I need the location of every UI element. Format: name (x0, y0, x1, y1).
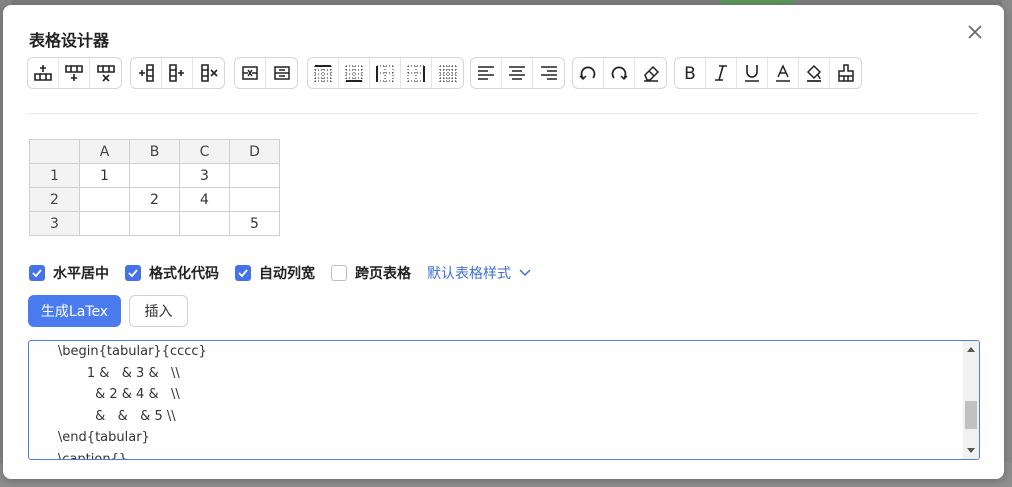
border-all-icon[interactable] (401, 58, 432, 88)
border-bottom-icon[interactable] (339, 58, 370, 88)
background-green-button (720, 0, 794, 4)
checkbox-longtable[interactable] (331, 265, 347, 281)
code-line: & 2 & 4 & \\ (29, 387, 180, 403)
insert-row-above-icon[interactable] (28, 58, 59, 88)
code-line: & & & 5 \\ (29, 408, 176, 424)
code-line: 1 & & 3 & \\ (29, 365, 180, 381)
table-designer-dialog: 表格设计器 B A B C D 1 1 3 2 2 4 3 5 水平居中 格式化… (3, 5, 1004, 479)
grid-cell[interactable] (129, 163, 180, 188)
options-row: 水平居中 格式化代码 自动列宽 跨页表格 默认表格样式 (29, 262, 531, 284)
option-longtable-label: 跨页表格 (355, 266, 411, 282)
toolbar-group-columns (130, 57, 225, 89)
toolbar-group-borders (307, 57, 464, 89)
scrollbar-thumb[interactable] (965, 401, 977, 429)
grid-header-row: ABCD (29, 139, 280, 164)
insert-row-below-icon[interactable] (59, 58, 90, 88)
chevron-down-icon (519, 269, 531, 277)
row-header[interactable]: 1 (29, 163, 80, 188)
grid-cell[interactable]: 5 (229, 211, 280, 236)
column-header[interactable]: C (179, 139, 230, 164)
toolbar-group-rows (27, 57, 122, 89)
border-top-icon[interactable] (308, 58, 339, 88)
option-format-code-label: 格式化代码 (149, 266, 219, 282)
border-none-icon[interactable] (432, 58, 463, 88)
column-header[interactable]: D (229, 139, 280, 164)
checkbox-center[interactable] (29, 265, 45, 281)
latex-output[interactable]: \begin{tabular}{cccc} 1 & & 3 & \\ & 2 &… (28, 340, 980, 460)
generate-latex-button[interactable]: 生成LaTex (28, 295, 121, 327)
table-grid: ABCD11322435 (29, 139, 280, 236)
grid-row: 224 (29, 187, 280, 212)
border-vertical-icon[interactable] (370, 58, 401, 88)
toolbar-group-history (572, 57, 667, 89)
toolbar-group-align (470, 57, 565, 89)
clear-format-icon[interactable] (830, 58, 861, 88)
table-style-dropdown[interactable]: 默认表格样式 (427, 263, 531, 283)
svg-text:B: B (684, 64, 696, 84)
grid-cell[interactable] (79, 211, 130, 236)
code-line: \end{tabular} (29, 430, 150, 446)
toolbar-divider (27, 113, 979, 114)
delete-column-icon[interactable] (193, 58, 224, 88)
fill-color-icon[interactable] (799, 58, 830, 88)
scrollbar[interactable] (963, 341, 979, 459)
align-right-icon[interactable] (533, 58, 564, 88)
dialog-title: 表格设计器 (29, 31, 110, 50)
checkbox-format-code[interactable] (125, 265, 141, 281)
grid-row: 35 (29, 211, 280, 236)
grid-row: 11 3 (29, 163, 280, 188)
checkbox-auto-col[interactable] (235, 265, 251, 281)
row-header[interactable]: 3 (29, 211, 80, 236)
underline-icon[interactable] (737, 58, 768, 88)
grid-cell[interactable]: 3 (179, 163, 230, 188)
font-color-icon[interactable] (768, 58, 799, 88)
eraser-icon[interactable] (635, 58, 666, 88)
row-header[interactable]: 2 (29, 187, 80, 212)
undo-icon[interactable] (573, 58, 604, 88)
option-longtable[interactable]: 跨页表格 (331, 263, 411, 283)
scroll-down-icon[interactable] (963, 443, 979, 459)
grid-cell[interactable] (179, 211, 230, 236)
align-center-icon[interactable] (502, 58, 533, 88)
option-format-code[interactable]: 格式化代码 (125, 263, 219, 283)
code-line: \caption{} (29, 451, 128, 460)
option-auto-col-label: 自动列宽 (259, 266, 315, 282)
bold-icon[interactable]: B (675, 58, 706, 88)
scroll-up-icon[interactable] (963, 341, 979, 357)
option-center-label: 水平居中 (53, 266, 109, 282)
grid-cell[interactable] (229, 163, 280, 188)
grid-cell[interactable] (129, 211, 180, 236)
table-style-label: 默认表格样式 (427, 266, 511, 282)
delete-row-icon[interactable] (90, 58, 121, 88)
split-cells-icon[interactable] (266, 58, 297, 88)
latex-code[interactable]: \begin{tabular}{cccc} 1 & & 3 & \\ & 2 &… (29, 341, 963, 459)
grid-corner-cell (29, 139, 80, 164)
column-header[interactable]: A (79, 139, 130, 164)
italic-icon[interactable] (706, 58, 737, 88)
grid-cell[interactable]: 1 (79, 163, 130, 188)
option-auto-col[interactable]: 自动列宽 (235, 263, 315, 283)
insert-column-left-icon[interactable] (131, 58, 162, 88)
merge-cells-icon[interactable] (235, 58, 266, 88)
grid-cell[interactable]: 2 (129, 187, 180, 212)
toolbar-group-merge (234, 57, 298, 89)
close-icon[interactable] (964, 21, 986, 43)
code-line: \begin{tabular}{cccc} (29, 344, 207, 359)
redo-icon[interactable] (604, 58, 635, 88)
insert-button[interactable]: 插入 (129, 295, 188, 327)
grid-cell[interactable] (229, 187, 280, 212)
grid-cell[interactable] (79, 187, 130, 212)
toolbar-group-format: B (674, 57, 862, 89)
insert-column-right-icon[interactable] (162, 58, 193, 88)
align-left-icon[interactable] (471, 58, 502, 88)
column-header[interactable]: B (129, 139, 180, 164)
option-center[interactable]: 水平居中 (29, 263, 109, 283)
grid-cell[interactable]: 4 (179, 187, 230, 212)
